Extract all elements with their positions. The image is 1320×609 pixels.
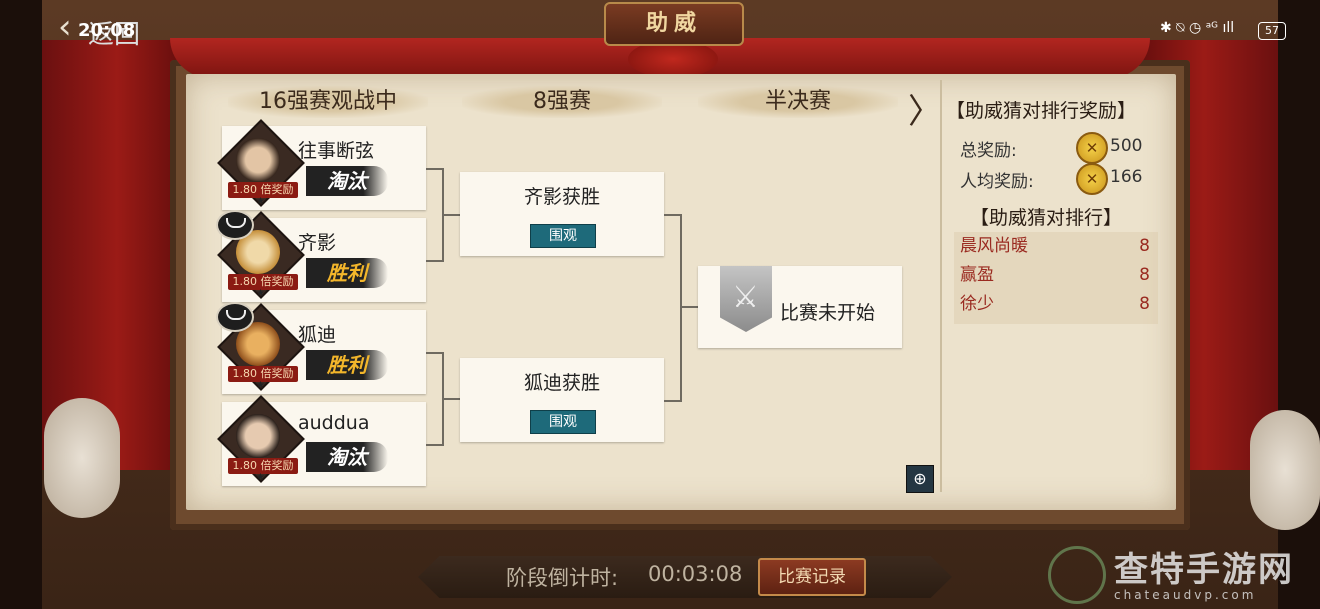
countdown-value: 00:03:08 [648, 562, 743, 586]
bracket-line [426, 260, 442, 262]
ranking-title: 【助威猜对排行】 [970, 207, 1123, 229]
rank-name: 徐少 [960, 294, 994, 314]
watch-button[interactable]: 围观 [530, 410, 596, 434]
chevron-left-icon: ‹ [58, 7, 72, 47]
star-icon: ★ [256, 380, 265, 391]
watermark-url: chateaudvp.com [1114, 588, 1257, 602]
per-person-reward-label: 人均奖励: [960, 172, 1034, 192]
star-icon: ★ [256, 472, 265, 483]
watch-button[interactable]: 围观 [530, 224, 596, 248]
drum-right [1250, 410, 1320, 530]
bracket-line [442, 398, 460, 400]
list-item: 晨风尚暖 8 [960, 232, 1150, 260]
star-icon: ★ [256, 288, 265, 299]
reward-title: 【助威猜对排行奖励】 [946, 100, 1137, 122]
total-reward-label: 总奖励: [960, 141, 1017, 161]
back-button[interactable]: ‹ 返回 20:08 [58, 7, 168, 50]
result-stamp: 淘汰 [306, 166, 388, 196]
zoom-in-icon[interactable]: ⊕ [906, 465, 934, 493]
total-reward-value: 500 [1110, 136, 1143, 156]
drum-left [44, 398, 120, 518]
round-header-r16: 16强赛观战中 [228, 86, 428, 118]
rank-score: 8 [1139, 236, 1150, 256]
crossed-swords-icon: ⚔ [732, 280, 759, 315]
match-card-2: 狐迪获胜 围观 [460, 358, 664, 442]
status-icons: ✱ ⍉ ◷ ᵃᴳ ıll [1160, 20, 1235, 36]
cheered-badge-icon [216, 210, 254, 240]
bracket-line [426, 444, 442, 446]
bracket-line [426, 352, 442, 354]
result-stamp: 胜利 [306, 258, 388, 288]
round-header-sf: 半决赛 [698, 86, 898, 118]
player-name: 狐迪 [298, 324, 337, 346]
per-person-reward-value: 166 [1110, 167, 1143, 187]
status-clock: 20:08 [78, 20, 136, 41]
panel-divider [940, 80, 942, 492]
watermark-text: 查特手游网 [1114, 550, 1294, 590]
result-stamp: 胜利 [306, 350, 388, 380]
coin-icon: ✕ [1076, 132, 1108, 164]
star-icon: ★ [256, 196, 265, 207]
rank-score: 8 [1139, 294, 1150, 314]
bracket-line [442, 214, 460, 216]
player-card-3[interactable]: 狐迪 1.80 倍奖励 ★ 胜利 [216, 302, 426, 394]
player-card-1[interactable]: 往事断弦 1.80 倍奖励 ★ 淘汰 [217, 119, 426, 210]
cheered-badge-icon [216, 302, 254, 332]
portrait-icon [236, 414, 280, 458]
semifinal-card: ⚔ 比赛未开始 [698, 266, 902, 348]
round-header-qf: 8强赛 [462, 86, 662, 118]
bracket-line [664, 214, 680, 216]
bracket-line [680, 306, 698, 308]
rank-name: 赢盈 [960, 265, 994, 285]
semifinal-status: 比赛未开始 [780, 302, 876, 324]
ranking-list: 晨风尚暖 8 赢盈 8 徐少 8 [954, 232, 1158, 324]
player-name: auddua [298, 412, 370, 434]
result-stamp: 淘汰 [306, 442, 388, 472]
countdown-label: 阶段倒计时: [506, 566, 619, 590]
bracket-line [680, 214, 682, 402]
battery-icon: 57 [1258, 22, 1286, 40]
match-card-1: 齐影获胜 围观 [460, 172, 664, 256]
cherry-logo-icon [1048, 546, 1106, 604]
player-name: 往事断弦 [298, 140, 375, 162]
match-result: 齐影获胜 [523, 186, 600, 208]
page-title: 助威 [604, 2, 744, 46]
match-result: 狐迪获胜 [523, 372, 600, 394]
match-record-button[interactable]: 比赛记录 [758, 558, 866, 596]
rank-score: 8 [1139, 265, 1150, 285]
portrait-icon [236, 138, 280, 182]
list-item: 徐少 8 [960, 290, 1150, 318]
rank-name: 晨风尚暖 [960, 236, 1028, 256]
next-round-arrow-icon[interactable]: 〉 [908, 84, 942, 133]
bracket-line [426, 168, 442, 170]
watermark: 查特手游网 chateaudvp.com [1044, 538, 1320, 609]
player-card-2[interactable]: 齐影 1.80 倍奖励 ★ 胜利 [216, 210, 426, 302]
player-card-4[interactable]: auddua 1.80 倍奖励 ★ 淘汰 [217, 395, 426, 486]
player-name: 齐影 [298, 232, 337, 254]
reward-panel: 【助威猜对排行奖励】 总奖励: ✕ 500 人均奖励: ✕ 166 【助威猜对排… [940, 80, 1166, 492]
bracket-line [664, 400, 680, 402]
list-item: 赢盈 8 [960, 261, 1150, 289]
coin-icon: ✕ [1076, 163, 1108, 195]
